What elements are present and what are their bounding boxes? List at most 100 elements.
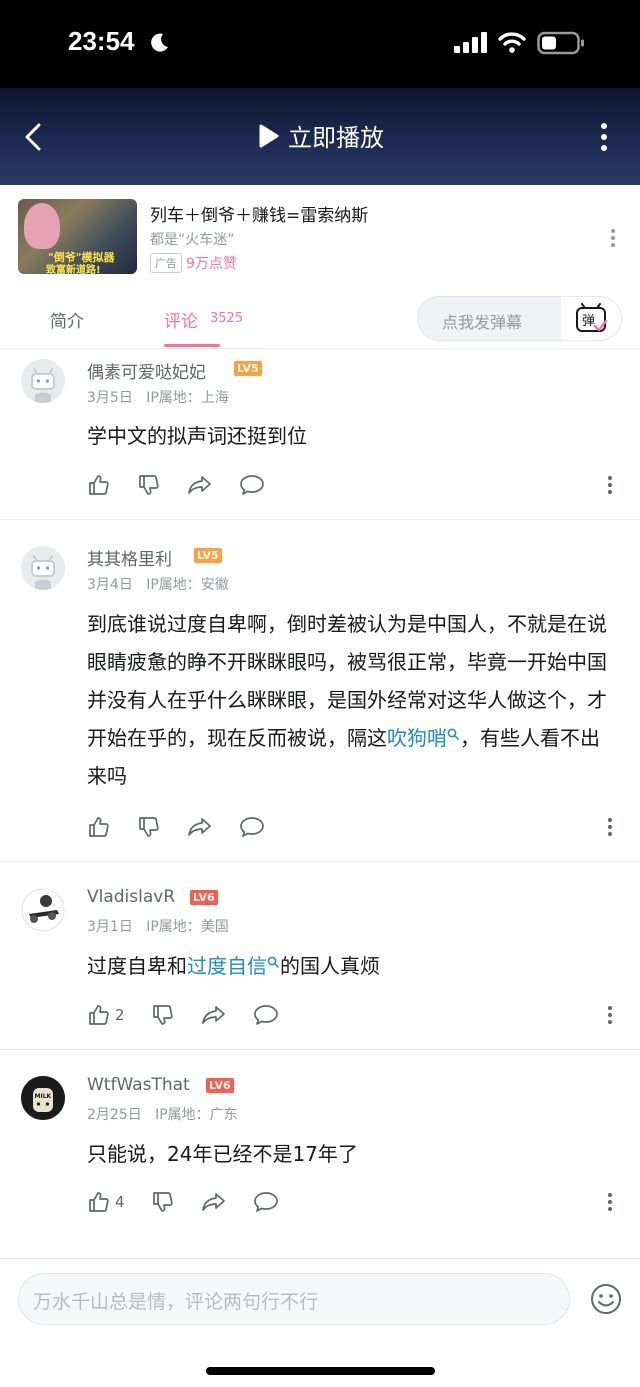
comment-more-icon[interactable] xyxy=(606,475,614,495)
reply-button[interactable] xyxy=(239,815,265,839)
ad-character-image xyxy=(24,203,60,249)
reply-button[interactable] xyxy=(253,1190,279,1214)
comment-item: VladislavR LV6 3月1日 IP属地：美国 过度自卑和过度自信 的国人… xyxy=(0,862,640,1050)
avatar[interactable] xyxy=(21,546,65,590)
comment-input[interactable]: 万水千山总是情，评论两句行不行 xyxy=(18,1273,570,1325)
thumbs-down-icon xyxy=(152,1005,173,1025)
battery-icon xyxy=(537,31,584,55)
dislike-button[interactable] xyxy=(137,473,161,497)
cellular-signal-icon xyxy=(454,32,487,53)
comment-meta: 2月25日 IP属地：广东 xyxy=(87,1104,238,1124)
comment-bubble-icon xyxy=(240,475,264,495)
comment-actions xyxy=(87,813,291,841)
share-button[interactable] xyxy=(187,473,213,497)
share-icon xyxy=(201,1006,225,1024)
search-link[interactable]: 吹狗哨 xyxy=(387,726,447,750)
share-icon xyxy=(201,1193,225,1211)
like-button[interactable] xyxy=(87,473,111,497)
comment-text-body: 过度自卑和 xyxy=(87,954,187,978)
search-icon[interactable] xyxy=(447,728,460,741)
ad-title[interactable]: 列车＋倒爷＋赚钱=雷索纳斯 xyxy=(150,201,368,226)
thumbs-up-icon xyxy=(89,475,109,495)
level-badge: LV5 xyxy=(234,361,262,376)
username[interactable]: 偶素可爱哒妃妃 xyxy=(87,358,206,383)
dislike-button[interactable] xyxy=(151,1190,175,1214)
comment-more-icon[interactable] xyxy=(606,817,614,837)
danmu-input[interactable]: 点我发弹幕 弹 xyxy=(417,296,622,341)
danmu-placeholder: 点我发弹幕 xyxy=(442,313,523,332)
reply-button[interactable] xyxy=(239,473,265,497)
thumbs-down-icon xyxy=(139,817,159,837)
comment-text: 过度自卑和过度自信 的国人真烦 xyxy=(87,947,617,985)
back-arrow-icon[interactable] xyxy=(22,122,44,152)
username[interactable]: VladislavR xyxy=(87,887,175,907)
avatar[interactable] xyxy=(21,359,65,403)
comment-item: 其其格里利 LV5 3月4日 IP属地：安徽 到底谁说过度自卑啊，倒时差被认为是… xyxy=(0,520,640,862)
search-link[interactable]: 过度自信 xyxy=(187,954,267,978)
avatar[interactable] xyxy=(21,888,65,932)
dislike-button[interactable] xyxy=(151,1003,175,1027)
ad-thumbnail[interactable]: "倒爷"模拟器 致富新道路! xyxy=(18,199,137,274)
default-avatar-icon xyxy=(31,555,55,590)
play-icon xyxy=(259,124,279,147)
comment-bubble-icon xyxy=(253,1005,278,1025)
danmu-icon: 弹 xyxy=(576,302,608,332)
like-button[interactable]: 2 xyxy=(87,1003,125,1027)
dislike-button[interactable] xyxy=(137,815,161,839)
avatar[interactable]: MILK xyxy=(21,1076,65,1120)
comment-date: 3月1日 xyxy=(87,919,133,935)
home-indicator xyxy=(206,1367,435,1375)
wifi-icon xyxy=(498,32,526,53)
tab-intro[interactable]: 简介 xyxy=(50,307,84,332)
comment-ip: IP属地：上海 xyxy=(146,390,229,406)
username[interactable]: 其其格里利 xyxy=(87,545,172,570)
ad-tag-badge: 广告 xyxy=(150,253,182,273)
username[interactable]: WtfWasThat xyxy=(87,1075,190,1095)
ad-more-icon[interactable] xyxy=(609,228,617,248)
thumbs-up-icon xyxy=(89,1192,109,1212)
comment-meta: 3月1日 IP属地：美国 xyxy=(87,916,229,936)
comment-input-bar: 万水千山总是情，评论两句行不行 xyxy=(0,1258,640,1387)
video-player-header: 立即播放 xyxy=(0,88,640,185)
comment-text: 只能说，24年已经不是17年了 xyxy=(87,1142,358,1166)
ad-likes: 9万点赞 xyxy=(186,256,237,272)
status-time: 23:54 xyxy=(68,26,135,56)
comment-more-icon[interactable] xyxy=(606,1005,614,1025)
comment-meta: 3月4日 IP属地：安徽 xyxy=(87,574,229,594)
comment-item: MILK WtfWasThat LV6 2月25日 IP属地：广东 只能说，24… xyxy=(0,1050,640,1246)
play-now-label: 立即播放 xyxy=(288,124,384,152)
thumbs-down-icon xyxy=(139,475,159,495)
like-button[interactable]: 4 xyxy=(87,1190,125,1214)
emoji-icon[interactable] xyxy=(590,1283,622,1315)
avatar-text: MILK xyxy=(35,1093,52,1100)
share-button[interactable] xyxy=(201,1190,227,1214)
like-button[interactable] xyxy=(87,815,111,839)
tab-comments[interactable]: 评论 xyxy=(164,307,198,332)
share-button[interactable] xyxy=(201,1003,227,1027)
comment-more-icon[interactable] xyxy=(606,1192,614,1212)
comment-ip: IP属地：广东 xyxy=(155,1107,238,1123)
comment-meta: 3月5日 IP属地：上海 xyxy=(87,387,229,407)
comment-count: 3525 xyxy=(210,311,244,326)
share-icon xyxy=(188,476,211,494)
share-button[interactable] xyxy=(187,815,213,839)
comment-input-placeholder: 万水千山总是情，评论两句行不行 xyxy=(33,1291,319,1313)
default-avatar-icon xyxy=(31,368,55,403)
like-count: 4 xyxy=(115,1193,125,1211)
level-badge: LV5 xyxy=(194,548,222,563)
reply-button[interactable] xyxy=(253,1003,279,1027)
comment-actions: 2 xyxy=(87,1001,305,1029)
active-tab-indicator xyxy=(164,344,220,347)
thumbs-up-icon xyxy=(89,1005,109,1025)
comment-actions xyxy=(87,471,291,499)
danmu-toggle-button[interactable]: 弹 xyxy=(561,297,621,340)
moon-icon xyxy=(151,33,168,52)
comment-date: 3月5日 xyxy=(87,390,133,406)
more-vertical-icon[interactable] xyxy=(598,122,610,152)
play-now-button[interactable]: 立即播放 xyxy=(258,118,384,153)
milk-avatar-image: MILK xyxy=(21,1076,65,1120)
thumbs-down-icon xyxy=(152,1192,173,1212)
search-icon[interactable] xyxy=(267,956,280,969)
status-bar: 23:54 xyxy=(0,0,640,88)
level-badge: LV6 xyxy=(190,890,218,905)
